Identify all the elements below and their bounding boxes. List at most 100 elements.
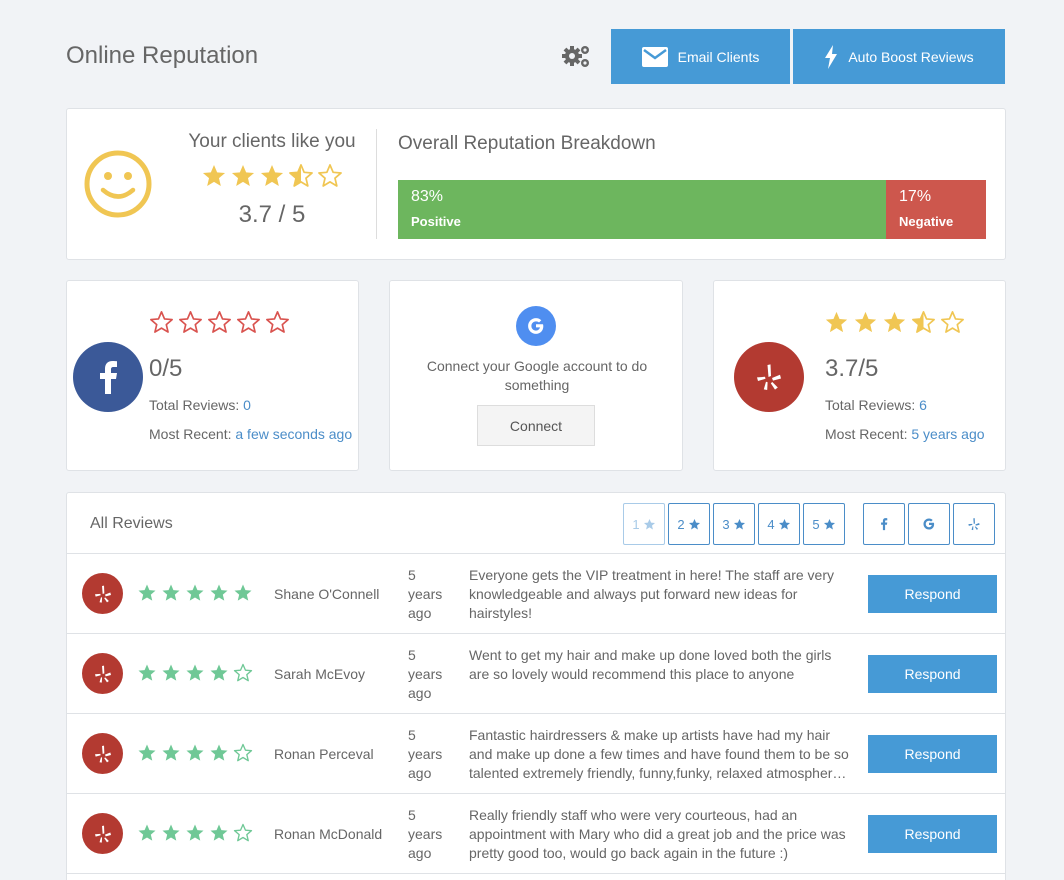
smiley-face-icon: [84, 150, 152, 218]
review-row: Ronan Perceval 5 years ago Fantastic hai…: [67, 714, 1005, 794]
yelp-icon: [93, 584, 113, 604]
auto-boost-reviews-label: Auto Boost Reviews: [848, 48, 974, 65]
yelp-recent-label: Most Recent:: [825, 426, 908, 442]
star-empty-icon: [233, 663, 253, 683]
facebook-total-value[interactable]: 0: [243, 397, 251, 413]
star-filled-icon: [137, 583, 157, 603]
negative-segment: 17% Negative: [886, 180, 986, 239]
star-filled-icon: [853, 310, 878, 335]
facebook-badge: [73, 342, 143, 412]
yelp-rating-stars: [824, 310, 965, 335]
lightning-bolt-icon: [825, 44, 838, 69]
star-empty-icon: [236, 310, 261, 335]
google-connect-button[interactable]: Connect: [477, 405, 595, 446]
reviewer-name: Ronan McDonald: [274, 826, 383, 842]
star-filled-icon: [185, 663, 205, 683]
star-filled-icon: [137, 823, 157, 843]
filter-5-label: 5: [812, 516, 820, 532]
respond-button[interactable]: Respond: [868, 735, 997, 773]
star-filled-icon: [137, 743, 157, 763]
star-filled-icon: [824, 310, 849, 335]
star-filled-icon: [185, 583, 205, 603]
overall-rating-score: 3.7 / 5: [238, 201, 306, 228]
yelp-total-value[interactable]: 6: [919, 397, 927, 413]
positive-label: Positive: [411, 214, 461, 229]
yelp-icon: [754, 362, 784, 392]
page-title: Online Reputation: [66, 42, 259, 69]
yelp-total-reviews: Total Reviews: 6: [825, 397, 927, 413]
filter-4-label: 4: [767, 516, 775, 532]
review-text: Really friendly staff who were very cour…: [469, 807, 846, 861]
star-empty-icon: [317, 163, 343, 189]
settings-gears-icon[interactable]: [560, 42, 592, 70]
star-empty-icon: [940, 310, 965, 335]
review-time: 5 years ago: [408, 807, 443, 861]
reviewer-name: Sarah McEvoy: [274, 666, 366, 682]
all-reviews-header: All Reviews 1 2 3 4 5: [67, 493, 1005, 554]
filter-facebook-button[interactable]: [863, 503, 905, 545]
google-icon: [923, 518, 935, 530]
facebook-recent-value[interactable]: a few seconds ago: [235, 426, 352, 442]
star-filled-icon: [161, 743, 181, 763]
star-icon: [778, 518, 791, 531]
envelope-icon: [641, 46, 668, 67]
facebook-source-card: 0/5 Total Reviews: 0 Most Recent: a few …: [66, 280, 359, 471]
respond-button[interactable]: Respond: [868, 575, 997, 613]
auto-boost-reviews-button[interactable]: Auto Boost Reviews: [793, 29, 1005, 84]
filter-2-label: 2: [677, 516, 685, 532]
review-rating-stars: [137, 743, 253, 763]
star-filled-icon: [233, 583, 253, 603]
star-empty-icon: [233, 743, 253, 763]
reputation-breakdown-bar: 83% Positive 17% Negative: [398, 180, 986, 239]
facebook-icon: [100, 361, 117, 394]
respond-button[interactable]: Respond: [868, 655, 997, 693]
review-rating-stars: [137, 663, 253, 683]
review-time: 5 years ago: [408, 727, 443, 781]
filter-yelp-button[interactable]: [953, 503, 995, 545]
overall-rating-stars: [177, 163, 367, 189]
yelp-icon: [967, 517, 981, 531]
star-empty-icon: [178, 310, 203, 335]
yelp-most-recent: Most Recent: 5 years ago: [825, 426, 985, 442]
respond-button[interactable]: Respond: [868, 815, 997, 853]
filter-2-star-button[interactable]: 2: [668, 503, 710, 545]
summary-divider: [376, 129, 377, 239]
star-filled-icon: [161, 663, 181, 683]
review-time: 5 years ago: [408, 647, 443, 701]
filter-3-star-button[interactable]: 3: [713, 503, 755, 545]
filter-4-star-button[interactable]: 4: [758, 503, 800, 545]
email-clients-label: Email Clients: [677, 48, 760, 65]
yelp-review-badge: [82, 733, 123, 774]
star-filled-icon: [185, 823, 205, 843]
star-filled-icon: [161, 583, 181, 603]
email-clients-button[interactable]: Email Clients: [611, 29, 790, 84]
filter-1-star-button[interactable]: 1: [623, 503, 665, 545]
yelp-recent-value[interactable]: 5 years ago: [911, 426, 984, 442]
review-text: Everyone gets the VIP treatment in here!…: [469, 567, 834, 621]
star-icon: [643, 518, 656, 531]
reviewer-name: Ronan Perceval: [274, 746, 374, 762]
star-filled-icon: [161, 823, 181, 843]
filter-5-star-button[interactable]: 5: [803, 503, 845, 545]
client-sentiment-block: Your clients like you 3.7 / 5: [177, 131, 367, 229]
negative-label: Negative: [899, 214, 954, 229]
all-reviews-panel: All Reviews 1 2 3 4 5 Shane O'Connell 5 …: [66, 492, 1006, 880]
google-icon: [528, 318, 544, 334]
star-icon: [823, 518, 836, 531]
star-filled-icon: [882, 310, 907, 335]
star-empty-icon: [207, 310, 232, 335]
facebook-recent-label: Most Recent:: [149, 426, 232, 442]
review-text: Fantastic hairdressers & make up artists…: [469, 727, 849, 781]
yelp-badge: [734, 342, 804, 412]
yelp-score: 3.7/5: [825, 355, 879, 382]
client-sentiment-title: Your clients like you: [188, 131, 356, 152]
star-filled-icon: [209, 823, 229, 843]
filter-google-button[interactable]: [908, 503, 950, 545]
review-row: Shane O'Connell 5 years ago Everyone get…: [67, 554, 1005, 634]
yelp-review-badge: [82, 573, 123, 614]
google-connect-text: Connect your Google account to do someth…: [426, 358, 648, 393]
facebook-total-label: Total Reviews:: [149, 397, 240, 413]
star-half-icon: [288, 163, 314, 189]
negative-percent: 17%: [899, 188, 932, 205]
review-row: Sarah McEvoy 5 years ago Went to get my …: [67, 634, 1005, 714]
